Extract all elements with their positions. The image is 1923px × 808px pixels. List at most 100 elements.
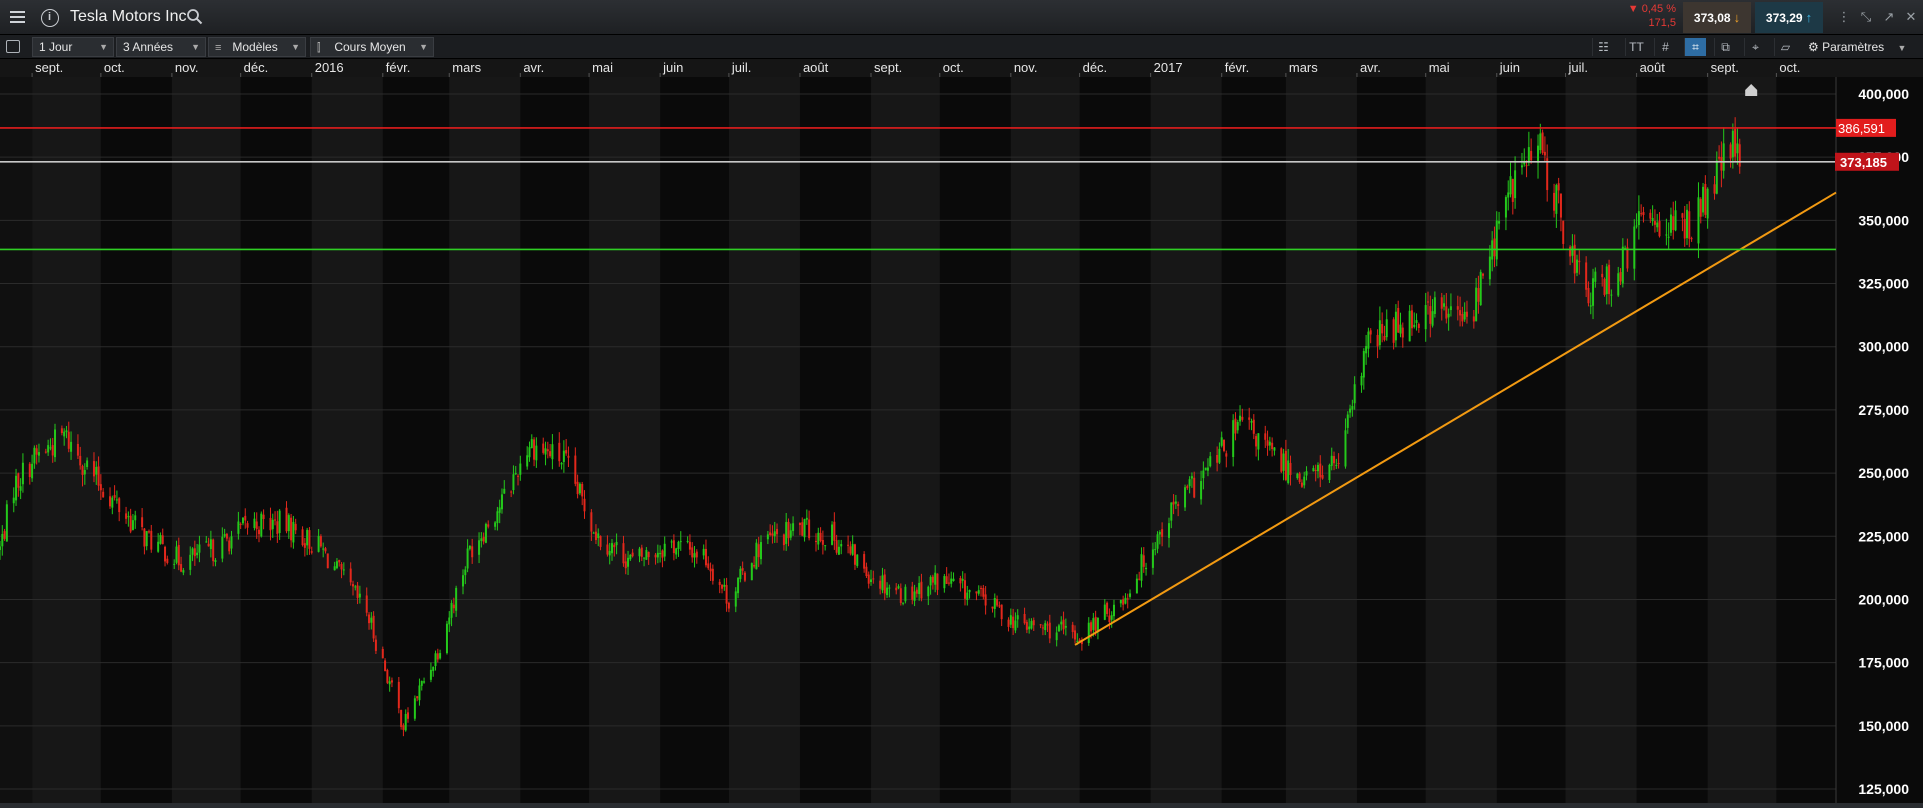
candle-body bbox=[478, 540, 481, 555]
candle-body bbox=[1656, 222, 1659, 228]
candle-body bbox=[517, 475, 520, 477]
candle-body bbox=[991, 606, 994, 609]
candle-body bbox=[1553, 192, 1556, 211]
candle-body bbox=[5, 504, 8, 542]
candle-body bbox=[365, 595, 368, 613]
drawing-list-icon[interactable]: ☷ bbox=[1592, 38, 1614, 56]
drag-handle-icon[interactable]: ⋮ bbox=[1834, 7, 1854, 27]
candle-body bbox=[418, 685, 421, 701]
candle-body bbox=[1365, 346, 1368, 354]
candle-body bbox=[198, 544, 201, 553]
candle-body bbox=[225, 533, 228, 539]
popout-icon[interactable]: ↗ bbox=[1879, 7, 1899, 27]
candle-body bbox=[1126, 598, 1129, 600]
candle-body bbox=[1234, 418, 1237, 434]
range-value: 3 Années bbox=[123, 40, 174, 54]
candle-body bbox=[452, 604, 455, 609]
candle-body bbox=[301, 529, 304, 546]
candle-body bbox=[1488, 256, 1491, 280]
candle-body bbox=[503, 488, 506, 494]
candle-body bbox=[1401, 327, 1404, 338]
candle-body bbox=[1129, 593, 1132, 597]
candle-body bbox=[1713, 184, 1716, 194]
candle-body bbox=[798, 522, 801, 526]
candle-body bbox=[35, 448, 38, 455]
grid-icon[interactable]: # bbox=[1654, 38, 1676, 56]
menu-icon[interactable] bbox=[4, 4, 31, 31]
candle-body bbox=[239, 523, 242, 525]
crosshair-grid-icon[interactable]: ⌗ bbox=[1684, 38, 1706, 56]
candle-body bbox=[1122, 599, 1125, 605]
candle-body bbox=[567, 455, 570, 458]
candle-body bbox=[576, 481, 579, 495]
gear-icon: ⚙ bbox=[1808, 40, 1819, 54]
indicator-dropdown[interactable]: ⫿ Cours Moyen ▼ bbox=[310, 37, 434, 57]
candle-body bbox=[37, 452, 40, 456]
toggle-panel-icon[interactable] bbox=[6, 40, 20, 53]
x-tick-label: avr. bbox=[523, 60, 544, 75]
month-band bbox=[871, 77, 940, 803]
candle-body bbox=[434, 653, 437, 667]
candle-body bbox=[902, 602, 905, 604]
candle-body bbox=[1255, 436, 1258, 447]
candle-body bbox=[1514, 170, 1517, 199]
candle-body bbox=[675, 548, 678, 555]
candle-body bbox=[535, 445, 538, 461]
candle-body bbox=[544, 448, 547, 455]
candle-body bbox=[750, 563, 753, 581]
candle-body bbox=[1690, 238, 1693, 240]
candle-body bbox=[1007, 619, 1010, 627]
x-tick-label: févr. bbox=[1225, 60, 1250, 75]
candle-body bbox=[920, 581, 923, 599]
candle-body bbox=[702, 548, 705, 556]
close-icon[interactable]: ✕ bbox=[1901, 7, 1921, 27]
candle-body bbox=[1282, 453, 1285, 471]
candle-body bbox=[496, 511, 499, 524]
candle-body bbox=[141, 517, 144, 528]
search-icon[interactable] bbox=[186, 8, 204, 26]
x-tick-label: oct. bbox=[104, 60, 125, 75]
candle-body bbox=[308, 530, 311, 549]
candle-body bbox=[688, 541, 691, 550]
candle-body bbox=[397, 681, 400, 709]
candle-body bbox=[1296, 473, 1299, 478]
candle-body bbox=[260, 513, 263, 537]
candle-body bbox=[785, 522, 788, 544]
info-icon[interactable]: i bbox=[36, 4, 63, 31]
chart-scrollbar[interactable] bbox=[0, 803, 1923, 808]
collapse-icon[interactable]: ⤡ bbox=[1856, 7, 1876, 27]
candle-body bbox=[189, 554, 192, 570]
candle-body bbox=[1537, 145, 1540, 163]
candle-body bbox=[1456, 306, 1459, 310]
candle-body bbox=[1030, 621, 1033, 629]
candle-body bbox=[1028, 626, 1031, 630]
shape-icon[interactable]: ▱ bbox=[1774, 38, 1796, 56]
range-dropdown[interactable]: 3 Années ▼ bbox=[116, 37, 206, 57]
layers-icon[interactable]: ⧉ bbox=[1714, 38, 1736, 56]
candle-body bbox=[1353, 384, 1356, 404]
candle-body bbox=[734, 591, 737, 607]
target-icon[interactable]: ⌖ bbox=[1744, 38, 1766, 56]
candlestick-chart[interactable]: sept. oct. nov. déc. 2016 févr. mars avr. mai jui… bbox=[0, 59, 1923, 803]
sell-price-button[interactable]: 373,08 ↓ bbox=[1683, 2, 1751, 33]
models-dropdown[interactable]: ≡ Modèles ▼ bbox=[208, 37, 306, 57]
text-size-icon[interactable]: TT bbox=[1625, 38, 1647, 56]
candle-body bbox=[1383, 335, 1386, 340]
candle-body bbox=[464, 569, 467, 576]
candle-body bbox=[1076, 641, 1079, 643]
price-chart[interactable]: sept. oct. nov. déc. 2016 févr. mars avr. mai jui… bbox=[0, 59, 1923, 803]
buy-price-button[interactable]: 373,29 ↑ bbox=[1755, 2, 1823, 33]
candle-body bbox=[819, 532, 822, 541]
candle-body bbox=[1569, 246, 1572, 257]
candle-body bbox=[936, 573, 939, 590]
candle-body bbox=[67, 431, 70, 449]
candle-body bbox=[1511, 178, 1514, 202]
candle-body bbox=[1431, 311, 1434, 326]
candle-body bbox=[1351, 406, 1354, 410]
y-tick-label: 325,000 bbox=[1858, 276, 1909, 292]
candle-body bbox=[574, 455, 577, 484]
month-band bbox=[311, 77, 383, 803]
candle-body bbox=[514, 472, 517, 475]
settings-button[interactable]: ⚙ Paramètres ▼ bbox=[1808, 38, 1906, 57]
period-dropdown[interactable]: 1 Jour ▼ bbox=[32, 37, 114, 57]
